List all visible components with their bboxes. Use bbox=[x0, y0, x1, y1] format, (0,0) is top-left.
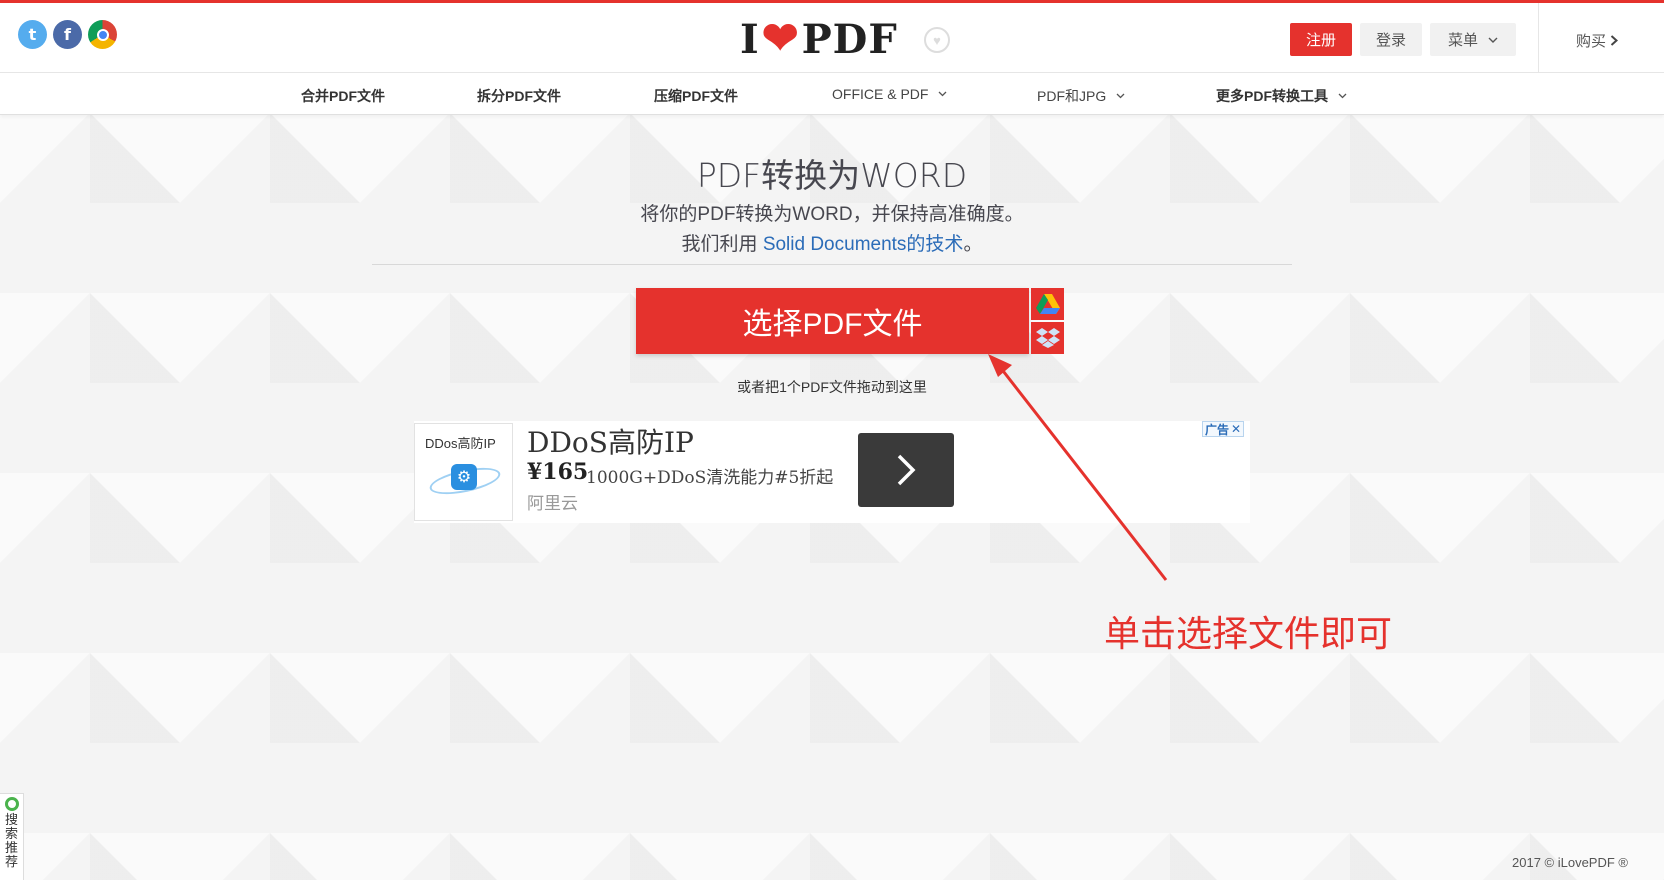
social-links: t f bbox=[18, 20, 117, 49]
nav-item-label: 拆分PDF文件 bbox=[477, 88, 561, 104]
heart-icon: ❤ bbox=[761, 13, 800, 64]
google-drive-icon bbox=[1035, 294, 1060, 314]
chevron-down-icon bbox=[1488, 37, 1498, 43]
nav-item-split-pdf[interactable]: 拆分PDF文件 bbox=[477, 86, 561, 106]
buy-link[interactable]: 购买 bbox=[1576, 30, 1619, 51]
nav-item-label: OFFICE & PDF bbox=[832, 86, 929, 102]
nav-item-merge-pdf[interactable]: 合并PDF文件 bbox=[301, 86, 385, 106]
ad-thumbnail[interactable]: DDos高防IP ⚙ bbox=[414, 423, 513, 521]
header-divider bbox=[1538, 3, 1539, 73]
chevron-down-icon bbox=[1338, 93, 1347, 99]
shield-gear-icon: ⚙ bbox=[451, 464, 477, 490]
chevron-right-icon bbox=[897, 454, 916, 486]
nav-item-label: 合并PDF文件 bbox=[301, 88, 385, 104]
tech-suffix: 。 bbox=[963, 234, 983, 255]
tool-nav: 合并PDF文件 拆分PDF文件 压缩PDF文件 OFFICE & PDF PDF… bbox=[0, 73, 1664, 115]
nav-item-label: PDF和JPG bbox=[1037, 88, 1107, 104]
dropbox-icon bbox=[1035, 328, 1060, 348]
side-widget-label: 搜索推荐 bbox=[4, 812, 18, 869]
ad-title[interactable]: DDoS高防IP bbox=[527, 421, 694, 461]
heart-badge-icon: ♥ bbox=[924, 27, 950, 53]
drop-hint: 或者把1个PDF文件拖动到这里 bbox=[737, 379, 927, 395]
twitter-icon[interactable]: t bbox=[18, 20, 47, 49]
main-content: PDF转换为WORD 将你的PDF转换为WORD，并保持高准确度。 我们利用 S… bbox=[0, 3, 1664, 880]
facebook-icon[interactable]: f bbox=[53, 20, 82, 49]
solid-documents-link[interactable]: Solid Documents的技术 bbox=[763, 234, 964, 255]
search-circle-icon bbox=[4, 797, 19, 811]
select-pdf-button[interactable]: 选择PDF文件 bbox=[636, 288, 1029, 354]
ad-description: 1000G+DDoS清洗能力#5折起 bbox=[586, 468, 834, 488]
logo-text-i: I bbox=[740, 15, 760, 63]
annotation-text: 单击选择文件即可 bbox=[1104, 614, 1393, 655]
close-icon[interactable]: ✕ bbox=[1231, 422, 1241, 436]
tech-prefix: 我们利用 bbox=[681, 234, 763, 255]
nav-item-pdf-jpg[interactable]: PDF和JPG bbox=[1037, 86, 1125, 106]
header: t f I ❤ PDF ♥ 注册 登录 菜单 购买 bbox=[0, 3, 1664, 73]
ad-price: ¥165 bbox=[527, 459, 589, 485]
chevron-right-icon bbox=[1610, 35, 1619, 46]
page-title: PDF转换为WORD bbox=[696, 156, 968, 195]
google-drive-button[interactable] bbox=[1031, 288, 1064, 320]
dropbox-button[interactable] bbox=[1031, 322, 1064, 354]
buy-label: 购买 bbox=[1576, 33, 1607, 50]
ad-thumb-label: DDos高防IP bbox=[425, 436, 496, 451]
menu-label: 菜单 bbox=[1447, 32, 1478, 49]
page-subtitle-tech: 我们利用 Solid Documents的技术。 bbox=[0, 229, 1664, 256]
ad-go-button[interactable] bbox=[858, 433, 954, 507]
nav-item-more-tools[interactable]: 更多PDF转换工具 bbox=[1216, 86, 1347, 106]
menu-button[interactable]: 菜单 bbox=[1430, 23, 1516, 56]
nav-item-label: 压缩PDF文件 bbox=[654, 88, 738, 104]
ad-badge[interactable]: 广告 ✕ bbox=[1202, 421, 1245, 437]
ad-brand: 阿里云 bbox=[527, 494, 578, 513]
chrome-icon[interactable] bbox=[88, 20, 117, 49]
footer-copyright: 2017 © iLovePDF ® bbox=[1512, 855, 1628, 870]
login-button[interactable]: 登录 bbox=[1360, 23, 1422, 56]
search-recommend-widget[interactable]: 搜索推荐 bbox=[0, 793, 24, 880]
advertisement[interactable]: DDos高防IP ⚙ DDoS高防IP ¥165 1000G+DDoS清洗能力#… bbox=[414, 421, 1250, 523]
ilovepdf-logo[interactable]: I ❤ PDF bbox=[740, 13, 898, 64]
chevron-down-icon bbox=[938, 91, 947, 97]
nav-item-office-pdf[interactable]: OFFICE & PDF bbox=[832, 86, 947, 102]
logo-text-pdf: PDF bbox=[801, 15, 898, 63]
title-divider bbox=[372, 264, 1292, 265]
ad-badge-label: 广告 bbox=[1205, 422, 1230, 437]
chevron-down-icon bbox=[1116, 93, 1125, 99]
nav-item-compress-pdf[interactable]: 压缩PDF文件 bbox=[654, 86, 738, 106]
nav-item-label: 更多PDF转换工具 bbox=[1216, 88, 1328, 104]
page-subtitle: 将你的PDF转换为WORD，并保持高准确度。 bbox=[640, 204, 1024, 225]
register-button[interactable]: 注册 bbox=[1290, 23, 1352, 56]
